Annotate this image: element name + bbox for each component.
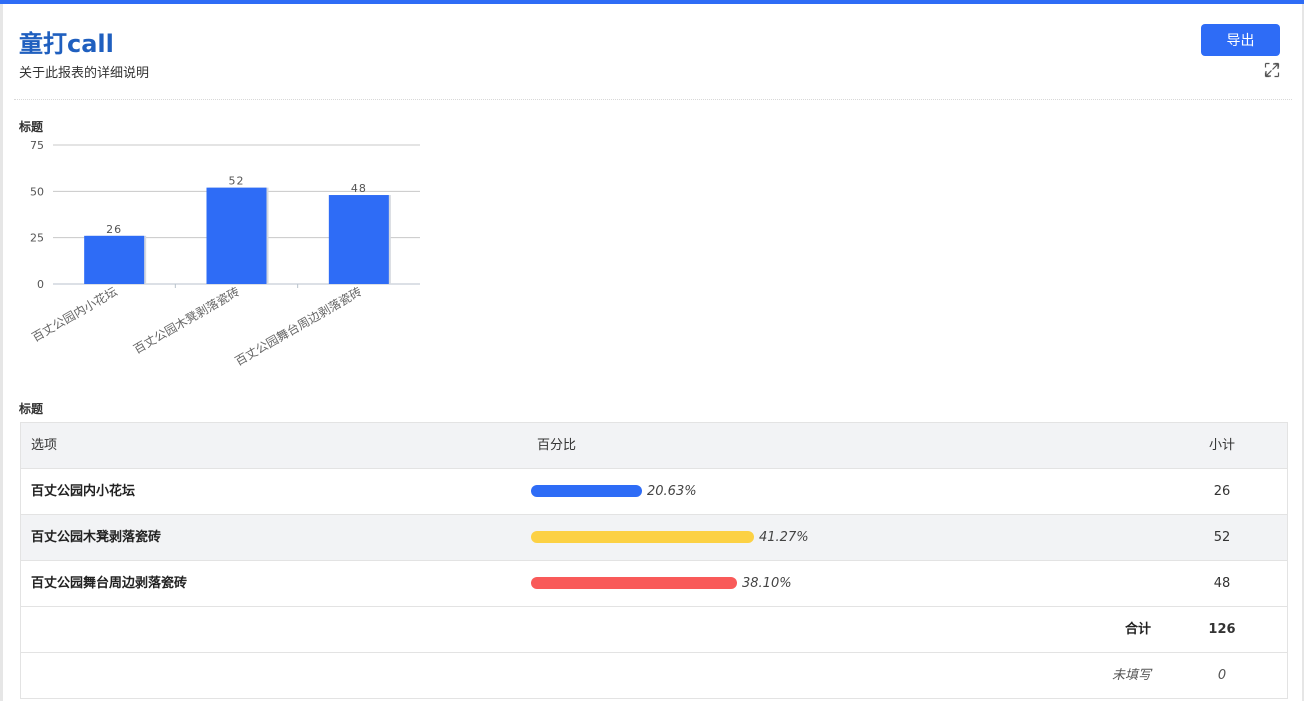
header-option: 选项 [31, 438, 58, 453]
percent-bar [531, 577, 737, 589]
y-tick-label: 25 [30, 232, 44, 245]
data-label: 48 [351, 182, 367, 195]
header-subtotal: 小计 [1208, 438, 1235, 453]
table-row: 百丈公园舞台周边剥落瓷砖 38.10% 48 [21, 561, 1287, 607]
bar [328, 195, 389, 284]
option-label: 百丈公园舞台周边剥落瓷砖 [31, 576, 188, 591]
header-divider [14, 99, 1292, 100]
percent-label: 20.63% [647, 484, 697, 499]
y-tick-label: 75 [30, 139, 44, 152]
option-label: 百丈公园木凳剥落瓷砖 [31, 530, 162, 545]
percent-bar [531, 531, 754, 543]
subtotal-value: 26 [1213, 484, 1231, 499]
option-label: 百丈公园内小花坛 [31, 484, 136, 499]
results-table: 选项 百分比 小计 百丈公园内小花坛 20.63% 26 百丈公园木凳剥落瓷砖 … [20, 422, 1288, 699]
data-label: 52 [229, 175, 245, 188]
x-tick-label: 百丈公园木凳剥落瓷砖 [131, 284, 242, 357]
unfilled-value: 0 [1217, 668, 1227, 683]
expand-icon[interactable] [1264, 62, 1280, 78]
page-subtitle: 关于此报表的详细说明 [19, 66, 150, 81]
table-row: 百丈公园内小花坛 20.63% 26 [21, 469, 1287, 515]
x-tick-label: 百丈公园舞台周边剥落瓷砖 [232, 284, 364, 369]
unfilled-label: 未填写 [1111, 668, 1151, 683]
page-title: 童打call [19, 30, 114, 58]
total-label: 合计 [1124, 622, 1151, 637]
percent-label: 38.10% [742, 576, 792, 591]
bar [84, 235, 145, 284]
percent-label: 41.27% [759, 530, 809, 545]
table-title: 标题 [19, 402, 44, 416]
data-label: 26 [106, 223, 122, 236]
table-header-row: 选项 百分比 小计 [21, 423, 1287, 469]
bar [206, 187, 267, 284]
subtotal-value: 52 [1213, 530, 1231, 545]
subtotal-value: 48 [1213, 576, 1231, 591]
total-value: 126 [1208, 622, 1236, 637]
total-row: 合计 126 [21, 607, 1287, 653]
y-tick-label: 0 [37, 278, 44, 291]
x-tick-label: 百丈公园内小花坛 [29, 284, 120, 345]
y-tick-label: 50 [30, 185, 44, 198]
top-accent-bar [0, 0, 1304, 4]
header-percent: 百分比 [537, 438, 577, 453]
unfilled-row: 未填写 0 [21, 653, 1287, 699]
percent-bar [531, 485, 642, 497]
bar-chart: 0 25 50 75 26 百丈公园内小花坛 52 百丈公园木凳剥落瓷砖 48 百丈公园舞台周边剥… [29, 139, 420, 369]
export-button[interactable]: 导出 [1201, 24, 1280, 56]
table-row: 百丈公园木凳剥落瓷砖 41.27% 52 [21, 515, 1287, 561]
